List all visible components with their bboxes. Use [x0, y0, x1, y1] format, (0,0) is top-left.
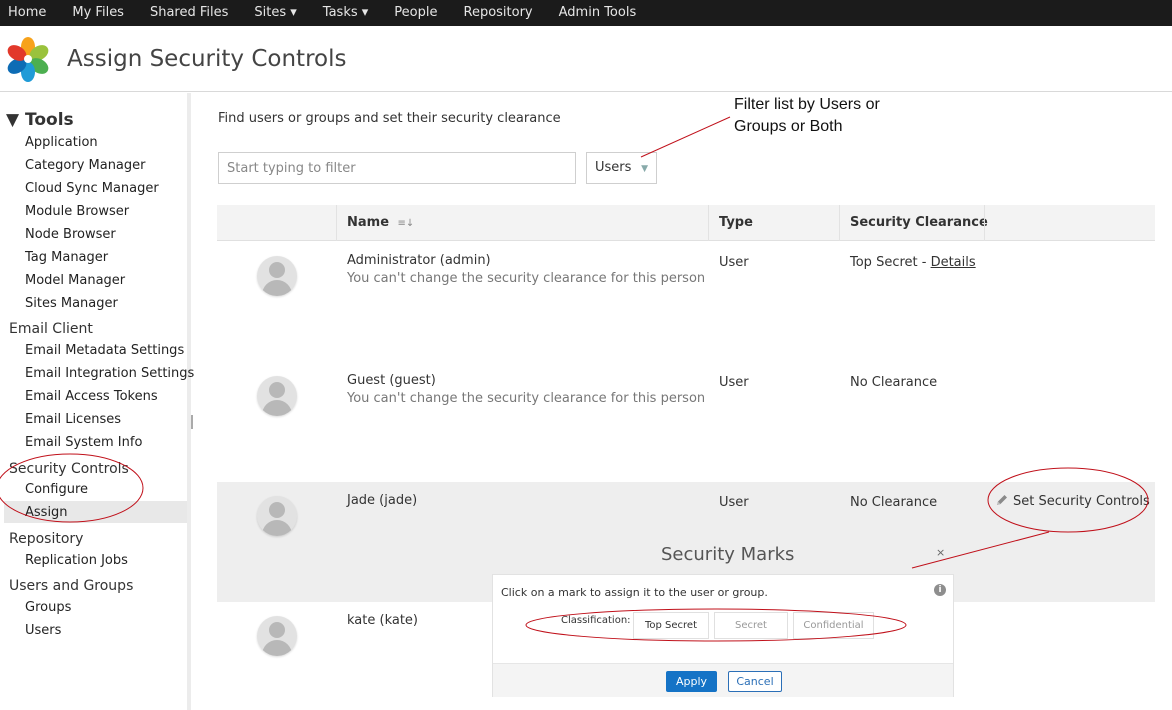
annotation-filter-line-1: Filter list by Users or — [734, 96, 880, 113]
mark-secret[interactable]: Secret — [714, 612, 788, 639]
info-icon[interactable]: i — [934, 584, 946, 596]
column-header-type: Type — [719, 215, 753, 230]
sidebar-item-email-licenses[interactable]: Email Licenses — [25, 412, 121, 427]
sidebar-item-module-browser[interactable]: Module Browser — [25, 204, 129, 219]
sidebar-item-groups[interactable]: Groups — [25, 600, 71, 615]
column-divider — [336, 205, 337, 241]
nav-tasks[interactable]: Tasks ▾ — [310, 0, 382, 26]
nav-repository[interactable]: Repository — [451, 0, 546, 26]
page-header: Assign Security Controls — [0, 26, 1172, 92]
details-link[interactable]: Details — [931, 255, 976, 270]
top-nav: Home My Files Shared Files Sites ▾ Tasks… — [0, 0, 1172, 26]
user-name: Jade (jade) — [347, 493, 418, 508]
security-marks-dialog: Click on a mark to assign it to the user… — [492, 574, 954, 697]
avatar — [257, 616, 297, 656]
sidebar-item-cloud-sync-manager[interactable]: Cloud Sync Manager — [25, 181, 159, 196]
dialog-instruction: Click on a mark to assign it to the user… — [501, 586, 768, 599]
dialog-footer: Apply Cancel — [493, 663, 953, 697]
filter-type-value: Users — [595, 160, 632, 175]
user-name: kate (kate) — [347, 613, 418, 628]
nav-shared-files[interactable]: Shared Files — [137, 0, 241, 26]
table-header: Name ≡↓ Type Security Clearance — [217, 205, 1155, 241]
sidebar-item-users[interactable]: Users — [25, 623, 61, 638]
nav-my-files[interactable]: My Files — [59, 0, 137, 26]
close-icon[interactable]: × — [936, 546, 945, 559]
sidebar-item-category-manager[interactable]: Category Manager — [25, 158, 146, 173]
sidebar-item-replication-jobs[interactable]: Replication Jobs — [25, 553, 128, 568]
avatar — [257, 496, 297, 536]
set-security-controls-button[interactable]: Set Security Controls — [995, 493, 1150, 509]
sidebar-group-repository: Repository — [9, 531, 84, 547]
sidebar: ▼ Tools Application Category Manager Clo… — [0, 93, 194, 710]
annotation-filter-line-2: Groups or Both — [734, 118, 843, 135]
sidebar-item-tag-manager[interactable]: Tag Manager — [25, 250, 108, 265]
table-row: Administrator (admin) You can't change t… — [217, 242, 1155, 362]
user-type: User — [719, 495, 749, 510]
sidebar-item-model-manager[interactable]: Model Manager — [25, 273, 125, 288]
annotation-arrow-filter — [640, 116, 731, 158]
cancel-button[interactable]: Cancel — [728, 671, 782, 692]
column-header-security-clearance: Security Clearance — [850, 215, 988, 230]
sidebar-item-node-browser[interactable]: Node Browser — [25, 227, 116, 242]
sidebar-group-security-controls: Security Controls — [9, 461, 129, 477]
column-divider — [984, 205, 985, 241]
nav-people[interactable]: People — [381, 0, 450, 26]
filter-input[interactable] — [218, 152, 576, 184]
sidebar-group-users-and-groups: Users and Groups — [9, 578, 134, 594]
sort-icon[interactable]: ≡↓ — [398, 218, 415, 229]
sidebar-item-email-integration-settings[interactable]: Email Integration Settings — [25, 366, 194, 381]
sidebar-item-email-metadata-settings[interactable]: Email Metadata Settings — [25, 343, 184, 358]
nav-admin-tools[interactable]: Admin Tools — [546, 0, 650, 26]
nav-home[interactable]: Home — [0, 0, 59, 26]
user-clearance: No Clearance — [850, 375, 938, 390]
classification-label: Classification: — [561, 615, 631, 626]
user-note: You can't change the security clearance … — [347, 391, 706, 406]
set-security-controls-label: Set Security Controls — [1013, 494, 1150, 509]
sidebar-item-sites-manager[interactable]: Sites Manager — [25, 296, 118, 311]
sidebar-item-email-system-info[interactable]: Email System Info — [25, 435, 142, 450]
user-note: You can't change the security clearance … — [347, 271, 706, 286]
sidebar-resize-handle[interactable] — [191, 415, 193, 429]
sidebar-item-application[interactable]: Application — [25, 135, 98, 150]
column-header-name[interactable]: Name ≡↓ — [347, 205, 414, 241]
mark-top-secret[interactable]: Top Secret — [633, 612, 709, 639]
user-clearance: No Clearance — [850, 495, 938, 510]
user-clearance: Top Secret - Details — [850, 255, 976, 270]
column-divider — [708, 205, 709, 241]
pencil-icon — [997, 495, 1007, 505]
avatar — [257, 376, 297, 416]
user-name: Administrator (admin) — [347, 253, 491, 268]
column-label-name: Name — [347, 215, 390, 230]
sidebar-item-email-access-tokens[interactable]: Email Access Tokens — [25, 389, 158, 404]
user-name: Guest (guest) — [347, 373, 436, 388]
apply-button[interactable]: Apply — [666, 671, 717, 692]
sidebar-item-configure[interactable]: Configure — [25, 482, 88, 497]
table-row: Guest (guest) You can't change the secur… — [217, 362, 1155, 482]
column-divider — [839, 205, 840, 241]
chevron-down-icon: ▼ — [641, 164, 648, 174]
sidebar-item-assign[interactable]: Assign — [25, 505, 68, 520]
user-type: User — [719, 375, 749, 390]
nav-sites[interactable]: Sites ▾ — [241, 0, 309, 26]
filter-type-select[interactable]: Users ▼ — [586, 152, 657, 184]
dialog-title: Security Marks — [661, 544, 795, 565]
avatar — [257, 256, 297, 296]
user-type: User — [719, 255, 749, 270]
alfresco-logo-icon[interactable] — [4, 35, 52, 83]
clearance-value: Top Secret - — [850, 255, 931, 270]
mark-confidential[interactable]: Confidential — [793, 612, 874, 639]
page-description: Find users or groups and set their secur… — [218, 111, 561, 126]
sidebar-heading-tools[interactable]: ▼ Tools — [6, 110, 74, 130]
page-title: Assign Security Controls — [67, 46, 347, 72]
sidebar-group-email-client: Email Client — [9, 321, 93, 337]
